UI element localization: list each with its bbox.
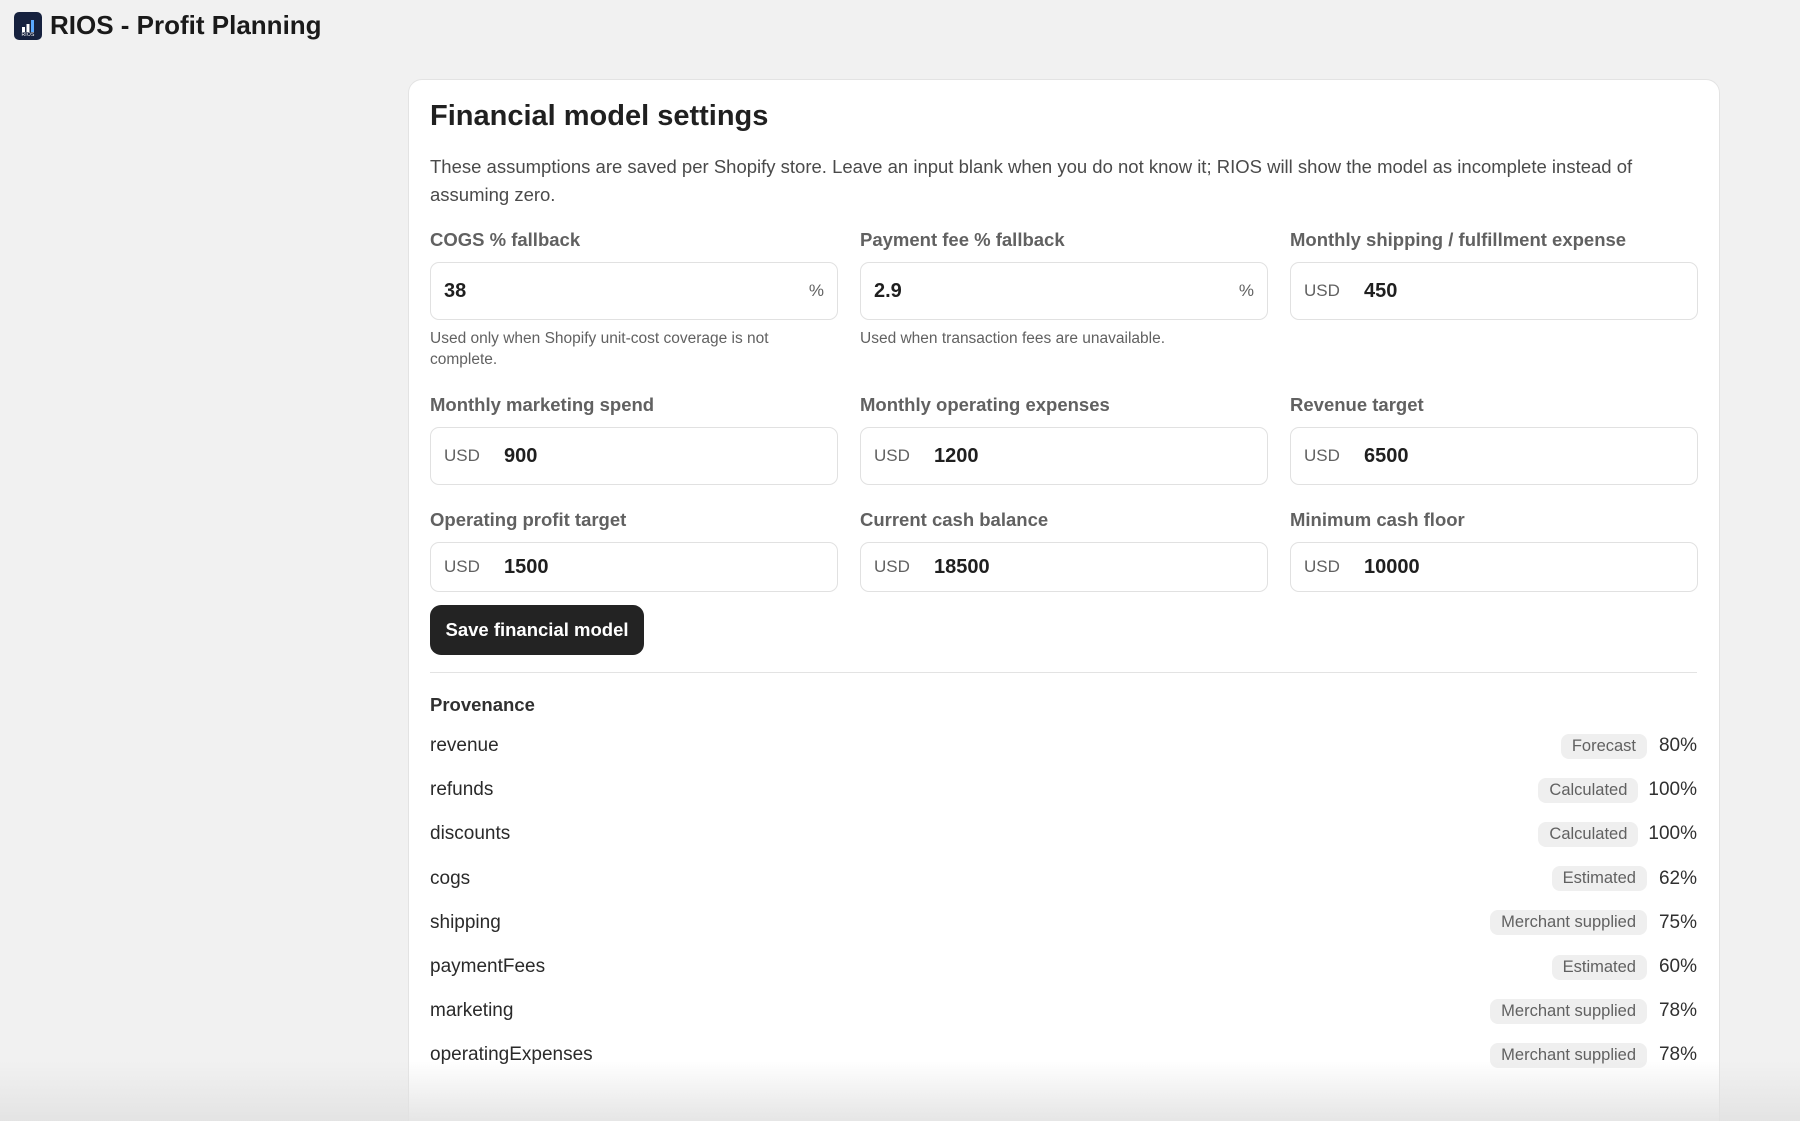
divider	[430, 672, 1697, 673]
provenance-row: refunds Calculated 100%	[430, 768, 1697, 812]
provenance-row: shipping Merchant supplied 75%	[430, 901, 1697, 945]
provenance-row: operatingExpenses Merchant supplied 78%	[430, 1033, 1697, 1077]
operating-expenses-value[interactable]: 1200	[934, 445, 1254, 468]
revenue-target-value[interactable]: 6500	[1364, 445, 1684, 468]
confidence-percent: 100%	[1648, 823, 1697, 845]
cash-floor-input[interactable]: USD 10000	[1290, 542, 1698, 592]
provenance-row: marketing Merchant supplied 78%	[430, 989, 1697, 1033]
chart-glyph-icon	[22, 19, 34, 32]
payment-fee-help-text: Used when transaction fees are unavailab…	[860, 330, 1166, 347]
confidence-percent: 100%	[1648, 779, 1697, 801]
cash-floor-field: Minimum cash floor USD 10000	[1290, 509, 1698, 592]
confidence-percent: 78%	[1658, 1044, 1697, 1066]
provenance-row: revenue Forecast 80%	[430, 724, 1697, 768]
cogs-input[interactable]: 38 %	[430, 262, 838, 320]
provenance-row: paymentFees Estimated 60%	[430, 945, 1697, 989]
confidence-percent: 80%	[1658, 735, 1697, 757]
payment-fee-field: Payment fee % fallback 2.9 % Used when t…	[860, 229, 1268, 394]
provenance-metric: refunds	[430, 779, 494, 801]
percent-suffix: %	[1238, 281, 1254, 300]
shipping-value[interactable]: 450	[1364, 280, 1684, 303]
provenance-title: Provenance	[430, 694, 535, 715]
provenance-row: discounts Calculated 100%	[430, 812, 1697, 856]
marketing-input[interactable]: USD 900	[430, 427, 838, 485]
marketing-label: Monthly marketing spend	[430, 394, 655, 415]
operating-expenses-field: Monthly operating expenses USD 1200	[860, 394, 1268, 509]
save-financial-model-button[interactable]: Save financial model	[430, 605, 644, 655]
provenance-metric: revenue	[430, 735, 499, 757]
currency-prefix: USD	[1304, 446, 1340, 465]
payment-fee-label: Payment fee % fallback	[860, 229, 1065, 250]
app-header: RIOS RIOS - Profit Planning	[14, 10, 322, 41]
source-badge: Estimated	[1551, 954, 1647, 980]
currency-prefix: USD	[874, 446, 910, 465]
operating-expenses-label: Monthly operating expenses	[860, 394, 1110, 415]
provenance-list: revenue Forecast 80% refunds Calculated 10…	[430, 724, 1698, 1078]
cash-balance-field: Current cash balance USD 18500	[860, 509, 1268, 592]
provenance-metric: paymentFees	[430, 956, 546, 978]
shipping-field: Monthly shipping / fulfillment expense U…	[1290, 229, 1698, 394]
profit-target-field: Operating profit target USD 1500	[430, 509, 838, 592]
payment-fee-input[interactable]: 2.9 %	[860, 262, 1268, 320]
cash-balance-label: Current cash balance	[860, 509, 1049, 530]
shipping-input[interactable]: USD 450	[1290, 262, 1698, 320]
currency-prefix: USD	[1304, 557, 1340, 576]
card-description: These assumptions are saved per Shopify …	[430, 156, 1633, 205]
rios-logo-icon: RIOS	[14, 11, 42, 40]
source-badge: Merchant supplied	[1490, 998, 1647, 1024]
source-badge: Forecast	[1560, 733, 1647, 759]
provenance-metric: operatingExpenses	[430, 1044, 593, 1066]
cogs-field: COGS % fallback 38 % Used only when Shop…	[430, 229, 838, 394]
currency-prefix: USD	[874, 557, 910, 576]
financial-settings-card: Financial model settings These assumptio…	[408, 79, 1720, 1121]
revenue-target-field: Revenue target USD 6500	[1290, 394, 1698, 509]
profit-target-label: Operating profit target	[430, 509, 627, 530]
provenance-metric: marketing	[430, 1000, 514, 1022]
logo-text: RIOS	[21, 31, 35, 38]
cash-balance-value[interactable]: 18500	[934, 556, 1254, 579]
app-title: RIOS - Profit Planning	[50, 10, 322, 40]
operating-expenses-input[interactable]: USD 1200	[860, 427, 1268, 485]
source-badge: Merchant supplied	[1490, 1042, 1647, 1068]
revenue-target-label: Revenue target	[1290, 394, 1424, 415]
card-title: Financial model settings	[430, 100, 769, 132]
cash-floor-value[interactable]: 10000	[1364, 556, 1684, 579]
currency-prefix: USD	[444, 557, 480, 576]
marketing-value[interactable]: 900	[504, 445, 824, 468]
provenance-row: cogs Estimated 62%	[430, 857, 1697, 901]
payment-fee-value[interactable]: 2.9	[874, 280, 1239, 303]
cogs-label: COGS % fallback	[430, 229, 581, 250]
shipping-label: Monthly shipping / fulfillment expense	[1290, 229, 1627, 250]
source-badge: Estimated	[1551, 866, 1647, 892]
confidence-percent: 62%	[1658, 867, 1697, 889]
cash-floor-label: Minimum cash floor	[1290, 509, 1465, 530]
cogs-value[interactable]: 38	[444, 280, 809, 303]
confidence-percent: 75%	[1658, 911, 1697, 933]
profit-target-value[interactable]: 1500	[504, 556, 824, 579]
revenue-target-input[interactable]: USD 6500	[1290, 427, 1698, 485]
currency-prefix: USD	[1304, 281, 1340, 300]
cash-balance-input[interactable]: USD 18500	[860, 542, 1268, 592]
source-badge: Calculated	[1538, 821, 1639, 847]
confidence-percent: 78%	[1658, 1000, 1697, 1022]
currency-prefix: USD	[444, 446, 480, 465]
marketing-field: Monthly marketing spend USD 900	[430, 394, 838, 509]
cogs-help-text: Used only when Shopify unit-cost coverag…	[430, 330, 769, 368]
profit-target-input[interactable]: USD 1500	[430, 542, 838, 592]
provenance-metric: cogs	[430, 867, 471, 889]
confidence-percent: 60%	[1658, 956, 1697, 978]
provenance-metric: discounts	[430, 823, 511, 845]
percent-suffix: %	[808, 281, 824, 300]
source-badge: Merchant supplied	[1490, 910, 1647, 936]
source-badge: Calculated	[1538, 777, 1639, 803]
provenance-metric: shipping	[430, 911, 501, 933]
